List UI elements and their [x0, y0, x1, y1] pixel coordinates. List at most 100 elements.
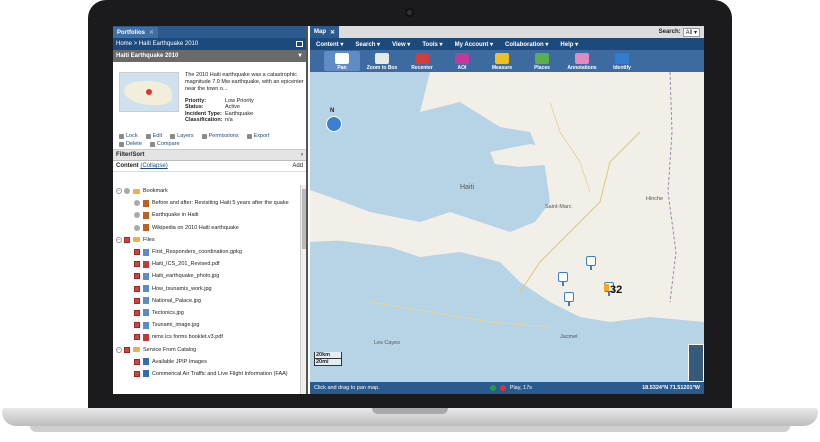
tree-item[interactable]: Available JPIP Images — [113, 356, 301, 368]
tab-portfolios[interactable]: Portfolios ✕ — [113, 27, 159, 38]
collapse-link[interactable]: (Collapse) — [140, 163, 167, 169]
visibility-checkbox[interactable] — [134, 224, 140, 231]
visibility-checkbox[interactable] — [134, 309, 140, 316]
scale-mi: 20mi — [314, 359, 342, 366]
map-label: Haiti — [460, 184, 475, 191]
tool-recenter[interactable]: Recenter — [404, 51, 440, 71]
tool-measure[interactable]: Measure — [484, 51, 520, 71]
north-arrow-icon: N — [330, 108, 335, 114]
permissions-button[interactable]: Permissions — [201, 133, 239, 139]
marker-cluster-count[interactable]: 32 — [610, 284, 622, 296]
tab-map[interactable]: Map ✕ — [310, 26, 340, 38]
visibility-checkbox[interactable] — [124, 188, 130, 195]
delete-button[interactable]: Delete — [119, 141, 142, 147]
map-marker[interactable] — [558, 272, 568, 286]
visibility-checkbox[interactable] — [134, 334, 140, 341]
menu-search[interactable]: Search ▾ — [355, 41, 380, 48]
tool-annotations[interactable]: Annotations — [564, 51, 600, 71]
content-label: Content — [116, 163, 139, 169]
close-icon[interactable]: ✕ — [149, 29, 154, 36]
visibility-checkbox[interactable] — [134, 212, 140, 219]
tree-folder[interactable]: − Files — [113, 234, 301, 246]
tree-scrollbar[interactable] — [300, 185, 306, 394]
tree-item[interactable]: First_Responders_coordination.gpkg — [113, 246, 301, 258]
collapse-toggle-icon[interactable]: − — [116, 236, 122, 243]
tree-folder[interactable]: − Bookmark — [113, 185, 301, 197]
add-button[interactable]: Add — [292, 163, 303, 169]
visibility-checkbox[interactable] — [134, 370, 140, 377]
tool-places[interactable]: Places — [524, 51, 560, 71]
visibility-checkbox[interactable] — [134, 285, 140, 292]
stop-icon[interactable] — [499, 385, 506, 391]
tree-item[interactable]: Haiti_earthquake_photo.jpg — [113, 270, 301, 282]
menu-content[interactable]: Content ▾ — [316, 41, 343, 48]
status-bar: Click and drag to pan map. Play, 17s 18.… — [310, 382, 704, 394]
refresh-icon[interactable] — [489, 385, 496, 391]
filter-sort-bar[interactable]: Filter/Sort › — [113, 150, 306, 161]
visibility-checkbox[interactable] — [134, 297, 140, 304]
tool-label: Pan — [337, 65, 347, 71]
chevron-down-icon: ▾ — [573, 41, 579, 48]
tool-label: Annotations — [567, 65, 597, 71]
search-scope-select[interactable]: All ▾ — [682, 27, 700, 37]
pan-zoom-control[interactable]: N — [324, 108, 344, 138]
overview-map[interactable] — [688, 344, 704, 382]
scale-km: 20km — [314, 352, 342, 359]
visibility-checkbox[interactable] — [134, 322, 140, 329]
collapse-toggle-icon[interactable]: − — [116, 346, 122, 353]
tool-aoi[interactable]: AOI — [444, 51, 480, 71]
lock-icon — [119, 133, 124, 139]
pan-arrows-icon[interactable] — [326, 116, 342, 132]
tree-item[interactable]: Earthquake in Haiti — [113, 209, 301, 221]
menu-tools[interactable]: Tools ▾ — [422, 41, 442, 48]
map-marker[interactable] — [586, 256, 596, 270]
edit-button[interactable]: Edit — [145, 133, 162, 139]
tree-item[interactable]: How_tsunamis_work.jpg — [113, 283, 301, 295]
tree-item[interactable]: Commerical Air Traffic and Live Flight I… — [113, 368, 301, 380]
visibility-checkbox[interactable] — [134, 200, 140, 207]
visibility-checkbox[interactable] — [124, 346, 130, 353]
tree-item[interactable]: Before and after: Revisiting Haiti 5 yea… — [113, 197, 301, 209]
tree-item-label: National_Palace.jpg — [152, 297, 201, 304]
tool-identify[interactable]: Identify — [604, 51, 640, 71]
tree-item[interactable]: nims ics forms booklet.v3.pdf — [113, 331, 301, 343]
visibility-checkbox[interactable] — [124, 236, 130, 243]
map-label: Hinche — [646, 196, 664, 202]
tool-zoom-to-box[interactable]: Zoom to Box — [364, 51, 400, 71]
map-view[interactable]: Haiti Saint-Marc Hinche Les Cayes Jacmel… — [310, 72, 704, 382]
menu-view[interactable]: View ▾ — [392, 41, 410, 48]
map-marker[interactable] — [564, 292, 574, 306]
scrollbar-thumb[interactable] — [302, 189, 306, 249]
layers-button[interactable]: Layers — [170, 133, 194, 139]
action-label: Compare — [156, 141, 180, 147]
breadcrumb-text[interactable]: Home > Haiti Earthquake 2010 — [116, 41, 198, 47]
visibility-checkbox[interactable] — [134, 358, 140, 365]
visibility-checkbox[interactable] — [134, 261, 140, 268]
play-label[interactable]: Play, 17s — [510, 385, 532, 391]
export-button[interactable]: Export — [246, 133, 269, 139]
tree-item[interactable]: National_Palace.jpg — [113, 295, 301, 307]
tool-pan[interactable]: Pan — [324, 51, 360, 71]
tree-item[interactable]: Wikipedia on 2010 Haiti earthquake — [113, 222, 301, 234]
visibility-checkbox[interactable] — [134, 273, 140, 280]
flag-marker-icon[interactable] — [604, 284, 609, 291]
action-label: Permissions — [208, 133, 239, 139]
tree-item[interactable]: Haiti_ICS_201_Revised.pdf — [113, 258, 301, 270]
tree-item[interactable]: Tectonics.jpg — [113, 307, 301, 319]
popout-icon[interactable] — [296, 41, 303, 47]
menu-my-account[interactable]: My Account ▾ — [455, 41, 493, 48]
visibility-checkbox[interactable] — [134, 249, 140, 256]
tree-folder[interactable]: − Service From Catalog — [113, 343, 301, 355]
search-scope-value: All — [685, 29, 693, 36]
compare-button[interactable]: Compare — [149, 141, 180, 147]
service-icon — [143, 358, 149, 366]
chevron-down-icon: ▾ — [488, 41, 494, 48]
menu-help[interactable]: Help ▾ — [560, 41, 578, 48]
lock-button[interactable]: Lock — [119, 133, 138, 139]
collapse-toggle-icon[interactable]: − — [116, 188, 122, 195]
menu-collaboration[interactable]: Collaboration ▾ — [505, 41, 548, 48]
tree-item[interactable]: Tsunami_image.jpg — [113, 319, 301, 331]
close-icon[interactable]: ✕ — [330, 29, 335, 36]
